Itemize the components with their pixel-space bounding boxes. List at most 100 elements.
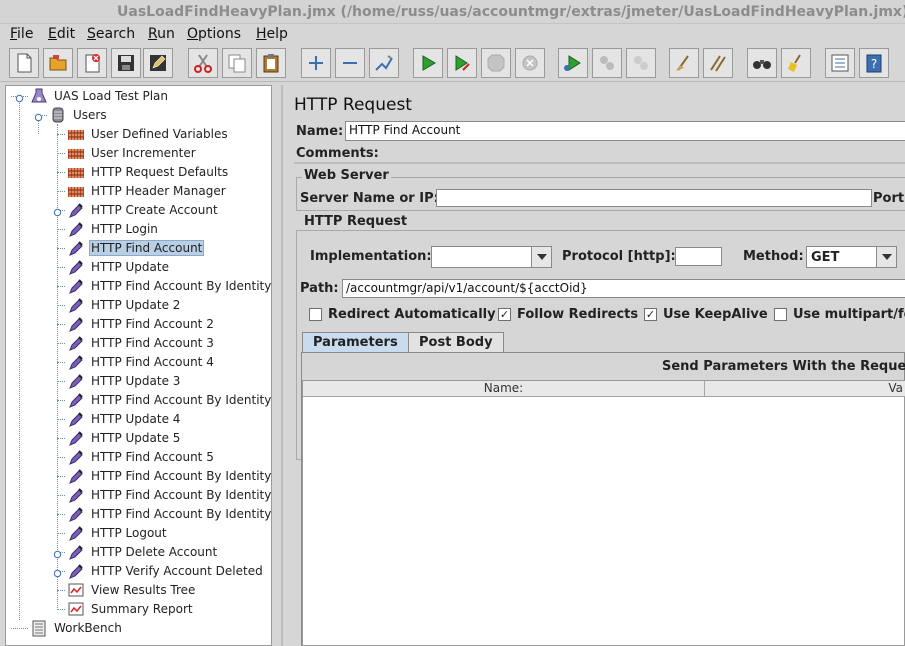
method-combo[interactable]: GET (806, 246, 897, 268)
tree-connector (57, 191, 65, 192)
search-button[interactable] (747, 48, 777, 78)
open-button[interactable] (43, 48, 73, 78)
tree-item[interactable]: HTTP Request Defaults (67, 162, 230, 181)
tree-item[interactable]: User Incrementer (67, 143, 198, 162)
sampler-pipette-icon (67, 353, 85, 371)
menu-options-mnemonic: O (187, 26, 199, 42)
tree-handle-icon (53, 208, 62, 217)
tree-item[interactable]: HTTP Create Account (67, 200, 220, 219)
tree-item[interactable]: HTTP Find Account 5 (67, 447, 216, 466)
tree-item[interactable]: UAS Load Test Plan (30, 86, 170, 105)
close-button[interactable] (77, 48, 107, 78)
column-value-header[interactable]: Va (705, 381, 905, 397)
menu-search[interactable]: Search (87, 26, 135, 42)
name-field[interactable]: HTTP Find Account (345, 121, 905, 141)
menu-options[interactable]: Options (187, 26, 241, 42)
splitter-line (281, 85, 283, 646)
tree-item[interactable]: HTTP Find Account By Identity 2 (67, 390, 271, 409)
protocol-field[interactable] (675, 247, 722, 266)
reset-search-button[interactable] (781, 48, 811, 78)
tree-toggle-handle[interactable] (34, 111, 43, 122)
save-button[interactable] (111, 48, 141, 78)
tree-item[interactable]: HTTP Logout (67, 523, 169, 542)
tree-item-label: HTTP Create Account (91, 202, 218, 217)
tree-item[interactable]: HTTP Login (67, 219, 160, 238)
tree-item[interactable]: HTTP Delete Account (67, 542, 219, 561)
tree-connector (11, 628, 28, 629)
parameters-table[interactable]: Name: Va (302, 380, 905, 646)
tree-item[interactable]: HTTP Update 4 (67, 409, 182, 428)
tree-item[interactable]: HTTP Update (67, 257, 171, 276)
new-button[interactable] (9, 48, 39, 78)
tree-item[interactable]: HTTP Find Account (67, 238, 205, 257)
tab-post-body[interactable]: Post Body (408, 332, 504, 352)
tree-item[interactable]: User Defined Variables (67, 124, 230, 143)
toggle-button[interactable] (369, 48, 399, 78)
path-field[interactable]: /accountmgr/api/v1/account/${acctOid} (342, 279, 905, 298)
tree-toggle-handle[interactable] (53, 206, 62, 217)
tree-item[interactable]: HTTP Find Account 2 (67, 314, 216, 333)
menu-help[interactable]: Help (256, 26, 288, 42)
config-element-icon (67, 163, 85, 181)
function-helper-button[interactable] (825, 48, 855, 78)
follow-redirects-checkbox[interactable]: ✓ Follow Redirects (498, 307, 638, 322)
collapse-all-button[interactable] (335, 48, 365, 78)
tree-item[interactable]: HTTP Update 5 (67, 428, 182, 447)
tree-connector (57, 381, 65, 382)
menu-file[interactable]: File (10, 26, 33, 42)
sampler-pipette-icon (67, 334, 85, 352)
paste-button[interactable] (256, 48, 286, 78)
implementation-dropdown-button[interactable] (531, 247, 551, 267)
tab-parameters[interactable]: Parameters (302, 332, 409, 352)
column-name-header[interactable]: Name: (303, 381, 705, 397)
cut-button[interactable] (188, 48, 218, 78)
server-field[interactable] (436, 189, 872, 207)
follow-redirects-box[interactable]: ✓ (498, 308, 511, 321)
redirect-automatically-checkbox[interactable]: Redirect Automatically (309, 307, 496, 322)
tree-item-label: HTTP Login (91, 221, 158, 236)
copy-button[interactable] (222, 48, 252, 78)
use-multipart-checkbox[interactable]: Use multipart/fo (774, 307, 905, 322)
tree-item[interactable]: HTTP Find Account 4 (67, 352, 216, 371)
tree-toggle-handle[interactable] (53, 548, 62, 559)
tree-item[interactable]: Summary Report (67, 599, 195, 618)
tree-item[interactable]: HTTP Find Account 3 (67, 333, 216, 352)
tree-item[interactable]: HTTP Find Account By Identity (67, 276, 271, 295)
start-button[interactable] (413, 48, 443, 78)
redirect-automatically-box[interactable] (309, 308, 322, 321)
tree-toggle-handle[interactable] (53, 567, 62, 578)
tree-item[interactable]: HTTP Find Account By Identity 4 (67, 485, 271, 504)
help-button[interactable]: ? (859, 48, 889, 78)
tree-item[interactable]: WorkBench (30, 618, 124, 637)
edit-button[interactable] (143, 48, 173, 78)
clear-all-button[interactable] (703, 48, 733, 78)
tree-item[interactable]: HTTP Update 2 (67, 295, 182, 314)
use-multipart-box[interactable] (774, 308, 787, 321)
remote-start-button[interactable] (558, 48, 588, 78)
tree-item[interactable]: HTTP Update 3 (67, 371, 182, 390)
svg-text:?: ? (871, 57, 877, 71)
tree-item[interactable]: HTTP Find Account By Identity 5 (67, 504, 271, 523)
implementation-combo[interactable] (431, 246, 552, 268)
menu-edit[interactable]: Edit (48, 26, 75, 42)
tree-item[interactable]: Users (49, 105, 109, 124)
menu-run[interactable]: Run (148, 26, 175, 42)
tree-item[interactable]: HTTP Find Account By Identity 3 (67, 466, 271, 485)
start-no-pauses-button[interactable] (447, 48, 477, 78)
server-label: Server Name or IP: (300, 191, 439, 206)
method-dropdown-button[interactable] (876, 247, 896, 267)
tree-toggle-handle[interactable] (15, 92, 24, 103)
tree-item[interactable]: View Results Tree (67, 580, 197, 599)
shutdown-button (515, 48, 545, 78)
clear-button[interactable] (669, 48, 699, 78)
expand-all-button[interactable] (301, 48, 331, 78)
sampler-pipette-icon (67, 486, 85, 504)
tree-connector (57, 324, 65, 325)
use-keepalive-checkbox[interactable]: ✓ Use KeepAlive (644, 307, 768, 322)
test-plan-tree[interactable]: UAS Load Test Plan Users User Defined Vari… (5, 85, 272, 646)
tree-item[interactable]: HTTP Header Manager (67, 181, 228, 200)
tree-connector (57, 609, 65, 610)
tree-item[interactable]: HTTP Verify Account Deleted (67, 561, 265, 580)
tree-connector (57, 229, 65, 230)
use-keepalive-box[interactable]: ✓ (644, 308, 657, 321)
